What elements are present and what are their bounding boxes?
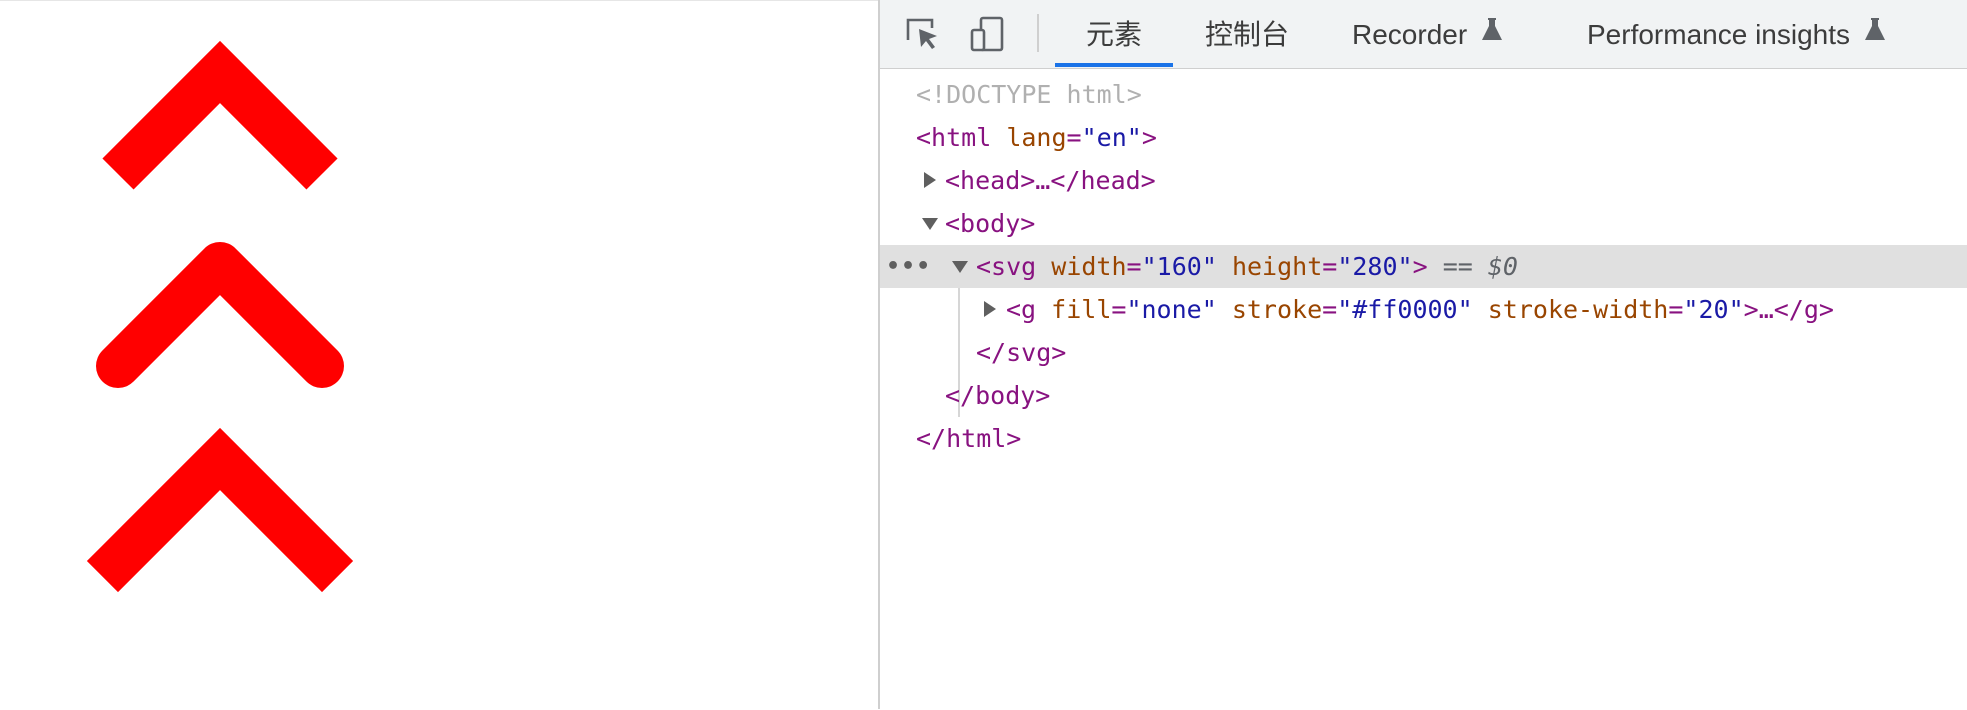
tab-elements-label: 元素 [1085, 19, 1142, 50]
attr-eq: = [1322, 252, 1338, 281]
attr-value: "#ff0000" [1337, 295, 1473, 324]
attr-name: stroke-width [1487, 295, 1669, 324]
attr-name: width [1051, 252, 1127, 281]
svg-close-node: </svg> [976, 338, 1067, 367]
svg-tag: <svg [976, 252, 1037, 281]
html-open-node: <html lang="en"> [916, 116, 1157, 159]
attr-value: "en" [1081, 123, 1142, 152]
dom-line-html-open[interactable]: <html lang="en"> [880, 116, 1967, 159]
tag-gt: > [1412, 252, 1428, 281]
dom-line-body-open[interactable]: <body> [880, 202, 1967, 245]
html-tag: <html [916, 123, 992, 152]
tab-elements[interactable]: 元素 [1055, 0, 1173, 67]
tab-console[interactable]: 控制台 [1205, 0, 1289, 67]
arrows-group [86, 40, 354, 593]
body-open-node: <body> [945, 209, 1036, 238]
attr-eq: = [1126, 252, 1142, 281]
html-close-node: </html> [916, 424, 1022, 453]
attr-value: "20" [1683, 295, 1744, 324]
attr-name: fill [1051, 295, 1112, 324]
tag-gt: > [1141, 123, 1157, 152]
devtools-toolbar: 元素 控制台 Recorder Performance insights [880, 0, 1967, 69]
body-close-node: </body> [945, 381, 1051, 410]
attr-name: lang [1006, 123, 1067, 152]
dom-line-svg-close[interactable]: </svg> [880, 331, 1967, 374]
miter-chevron [102, 40, 338, 190]
toolbar-separator [1037, 14, 1039, 52]
attr-eq: = [1066, 123, 1082, 152]
tab-performance-insights[interactable]: Performance insights [1587, 0, 1886, 67]
attr-eq: = [1322, 295, 1338, 324]
tab-console-label: 控制台 [1205, 19, 1290, 50]
square-chevron [86, 427, 354, 593]
collapse-triangle-icon[interactable] [922, 218, 938, 230]
expand-triangle-icon[interactable] [924, 172, 936, 188]
inspect-button[interactable] [902, 14, 942, 54]
dom-line-g[interactable]: <g fill="none" stroke="#ff0000" stroke-w… [880, 288, 1967, 331]
dom-line-doctype[interactable]: <!DOCTYPE html> [880, 73, 1967, 116]
expand-triangle-icon[interactable] [984, 301, 996, 317]
attr-value: "160" [1141, 252, 1217, 281]
attr-value: "280" [1337, 252, 1413, 281]
device-toggle-icon [970, 16, 1004, 52]
attr-name: height [1231, 252, 1323, 281]
flask-icon [1481, 0, 1503, 68]
g-node: <g fill="none" stroke="#ff0000" stroke-w… [1006, 288, 1834, 331]
doctype-node: <!DOCTYPE html> [916, 80, 1142, 109]
dom-line-body-close[interactable]: </body> [880, 374, 1967, 417]
selected-marker: == $0 [1442, 252, 1518, 281]
attr-eq: = [1668, 295, 1684, 324]
arrows-svg [86, 40, 354, 593]
dom-line-svg-selected[interactable]: ••• <svg width="160" height="280"> == $0 [880, 245, 1967, 288]
dom-line-html-close[interactable]: </html> [880, 417, 1967, 460]
attr-name: stroke [1231, 295, 1323, 324]
attr-value: "none" [1126, 295, 1217, 324]
svg-open-node: <svg width="160" height="280"> == $0 [976, 245, 1518, 288]
collapse-triangle-icon[interactable] [952, 261, 968, 273]
dom-line-head[interactable]: <head>…</head> [880, 159, 1967, 202]
tab-recorder-label: Recorder [1352, 19, 1468, 50]
g-close: >…</g> [1743, 295, 1834, 324]
more-actions-icon[interactable]: ••• [886, 245, 931, 288]
g-tag: <g [1006, 295, 1037, 324]
attr-eq: = [1111, 295, 1127, 324]
flask-icon [1864, 0, 1886, 68]
head-node: <head>…</head> [945, 166, 1156, 195]
tab-performance-insights-label: Performance insights [1587, 19, 1851, 50]
round-chevron [96, 242, 344, 388]
page-viewport [0, 0, 878, 709]
inspect-cursor-icon [906, 18, 937, 49]
devtools-panel: 元素 控制台 Recorder Performance insights <!D… [878, 0, 1967, 709]
device-toggle-button[interactable] [968, 14, 1008, 54]
tab-recorder[interactable]: Recorder [1352, 0, 1503, 67]
